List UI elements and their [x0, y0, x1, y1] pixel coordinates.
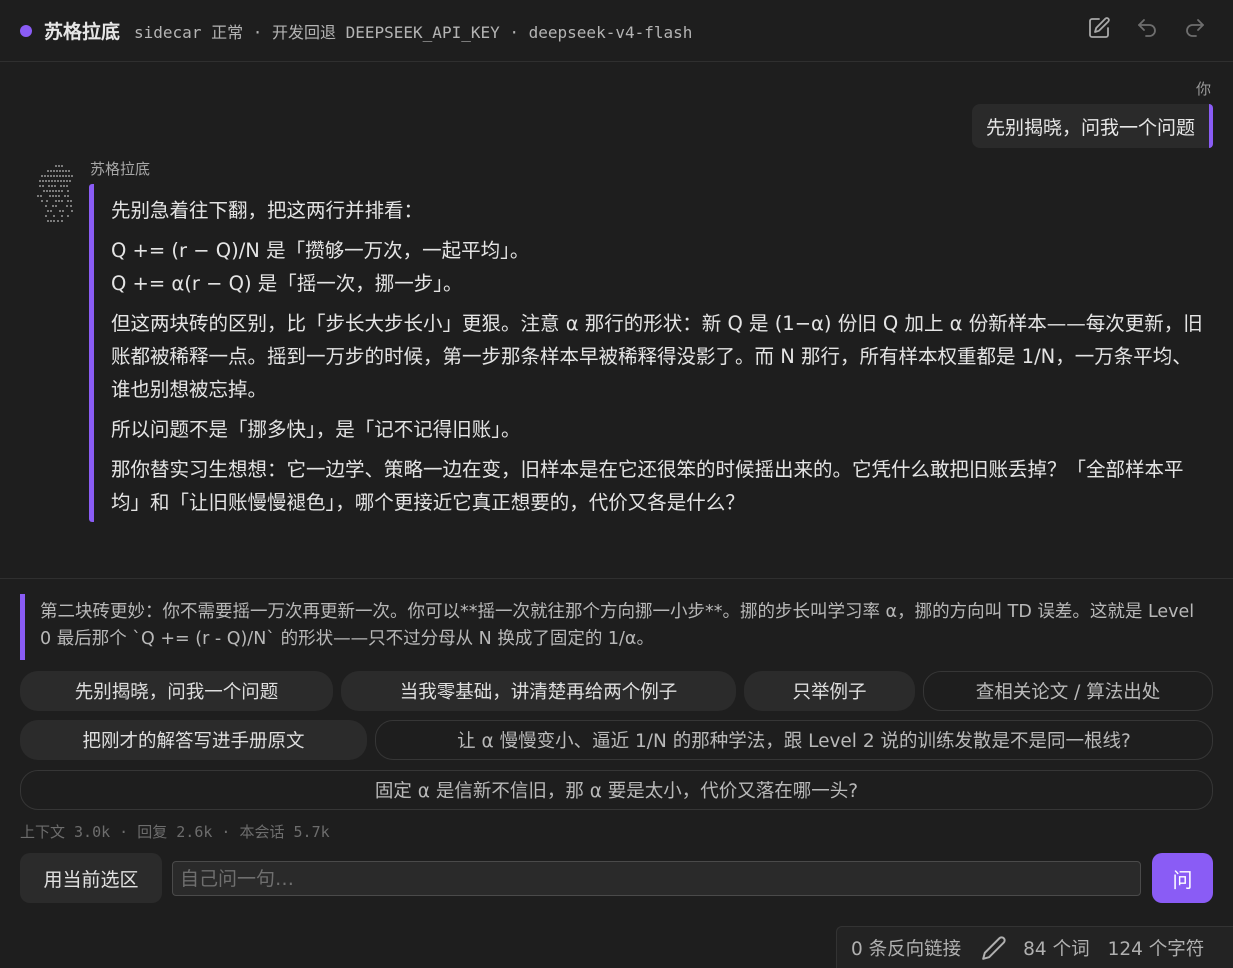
ask-button[interactable]: 问: [1152, 853, 1213, 903]
message-paragraph: 先别急着往下翻，把这两行并排看：: [111, 199, 424, 222]
pencil-icon[interactable]: [981, 935, 1007, 961]
message-paragraph: 所以问题不是「挪多快」，是「记不记得旧账」。: [111, 418, 521, 441]
status-dot: [20, 24, 32, 37]
suggestion-chip[interactable]: 查相关论文 / 算法出处: [923, 671, 1213, 711]
message-paragraph: 但这两块砖的区别，比「步长大步长小」更狠。注意 α 那行的形状：新 Q 是 (1…: [111, 312, 1203, 401]
user-message: 先别揭晓，问我一个问题: [971, 104, 1213, 148]
ask-input[interactable]: [172, 861, 1141, 896]
section-divider: [0, 578, 1233, 579]
status-bar: 0 条反向链接 84 个词 124 个字符: [836, 926, 1233, 968]
message-paragraph: 那你替实习生想想：它一边学、策略一边在变，旧样本是在它还很笨的时候摇出来的。它凭…: [111, 458, 1184, 514]
assistant-message: 先别急着往下翻，把这两行并排看： Q += (r − Q)/N 是「攒够一万次，…: [89, 184, 1209, 522]
context-quote: 第二块砖更妙：你不需要摇一万次再更新一次。你可以**摇一次就往那个方向挪一小步*…: [20, 594, 1200, 660]
chat-header: 苏格拉底 sidecar 正常 · 开发回退 DEEPSEEK_API_KEY …: [0, 0, 1233, 62]
message-paragraph: Q += (r − Q)/N 是「攒够一万次，一起平均」。: [111, 239, 530, 262]
suggestion-chip[interactable]: 把刚才的解答写进手册原文: [20, 720, 367, 760]
edit-icon[interactable]: [1085, 14, 1113, 42]
socrates-avatar: [37, 165, 73, 222]
message-paragraph: Q += α(r − Q) 是「摇一次，挪一步」。: [111, 272, 463, 295]
app-title: 苏格拉底: [44, 21, 121, 43]
suggestion-chip[interactable]: 固定 α 是信新不信旧，那 α 要是太小，代价又落在哪一头?: [20, 770, 1213, 810]
redo-icon[interactable]: [1181, 14, 1209, 42]
use-selection-button[interactable]: 用当前选区: [20, 853, 162, 903]
suggestion-chip[interactable]: 只举例子: [744, 671, 915, 711]
connection-status: sidecar 正常 · 开发回退 DEEPSEEK_API_KEY · dee…: [134, 22, 693, 42]
word-count: 84 个词: [1023, 938, 1090, 960]
char-count: 124 个字符: [1107, 938, 1205, 960]
header-actions: [1085, 14, 1209, 42]
token-stats: 上下文 3.0k · 回复 2.6k · 本会话 5.7k: [20, 823, 330, 841]
suggestion-chip[interactable]: 当我零基础，讲清楚再给两个例子: [341, 671, 736, 711]
backlinks-count[interactable]: 0 条反向链接: [851, 935, 961, 961]
user-label: 你: [1195, 80, 1211, 98]
undo-icon[interactable]: [1133, 14, 1161, 42]
bot-name: 苏格拉底: [90, 160, 151, 178]
suggestion-chip[interactable]: 先别揭晓，问我一个问题: [20, 671, 333, 711]
suggestion-chip[interactable]: 让 α 慢慢变小、逼近 1/N 的那种学法，跟 Level 2 说的训练发散是不…: [375, 720, 1213, 760]
